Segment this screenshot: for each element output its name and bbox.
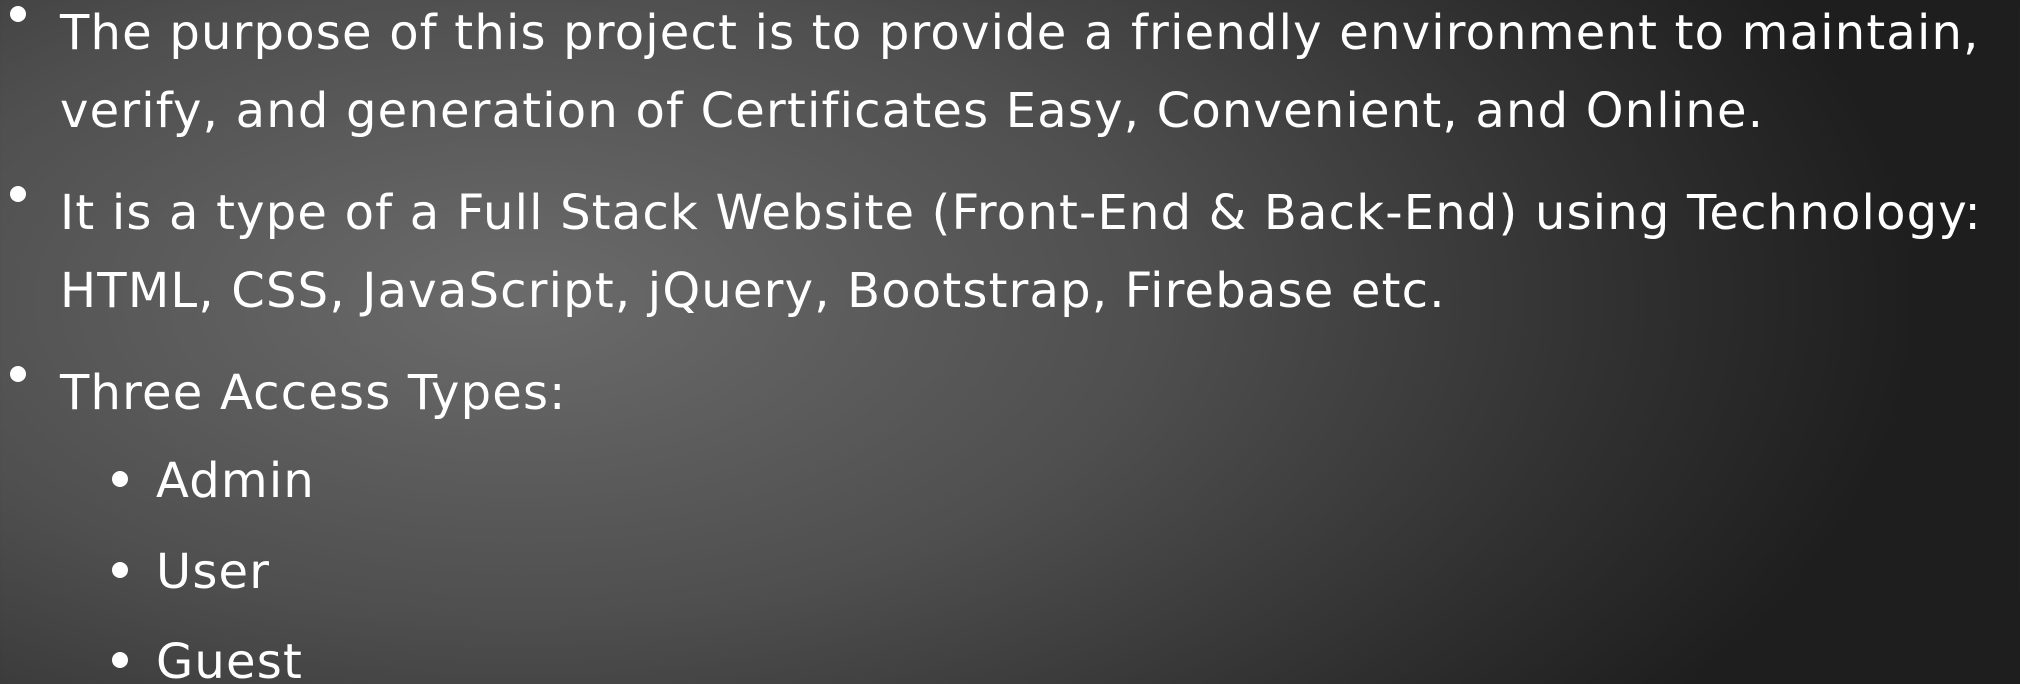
bullet-dot-icon <box>112 562 128 578</box>
sub-bullet-guest: Guest <box>112 630 1912 684</box>
bullet-dot-icon <box>112 471 128 487</box>
bullet-technology: It is a type of a Full Stack Website (Fr… <box>10 174 2010 330</box>
bullet-dot-icon <box>10 6 26 22</box>
sub-bullet-user: User <box>112 540 1912 604</box>
bullet-dot-icon <box>10 366 26 382</box>
bullet-text: The purpose of this project is to provid… <box>60 5 1980 139</box>
sub-bullet-admin: Admin <box>112 449 1912 513</box>
slide-content: The purpose of this project is to provid… <box>0 0 2020 684</box>
sub-bullet-text: Admin <box>156 453 315 509</box>
bullet-access-types: Three Access Types: <box>10 354 2010 432</box>
bullet-project-purpose: The purpose of this project is to provid… <box>10 0 2010 150</box>
sub-bullet-text: Guest <box>156 634 303 684</box>
sub-bullet-text: User <box>156 544 271 600</box>
bullet-text: Three Access Types: <box>60 365 567 421</box>
bullet-dot-icon <box>10 186 26 202</box>
bullet-text: It is a type of a Full Stack Website (Fr… <box>60 185 1982 319</box>
bullet-dot-icon <box>112 652 128 668</box>
